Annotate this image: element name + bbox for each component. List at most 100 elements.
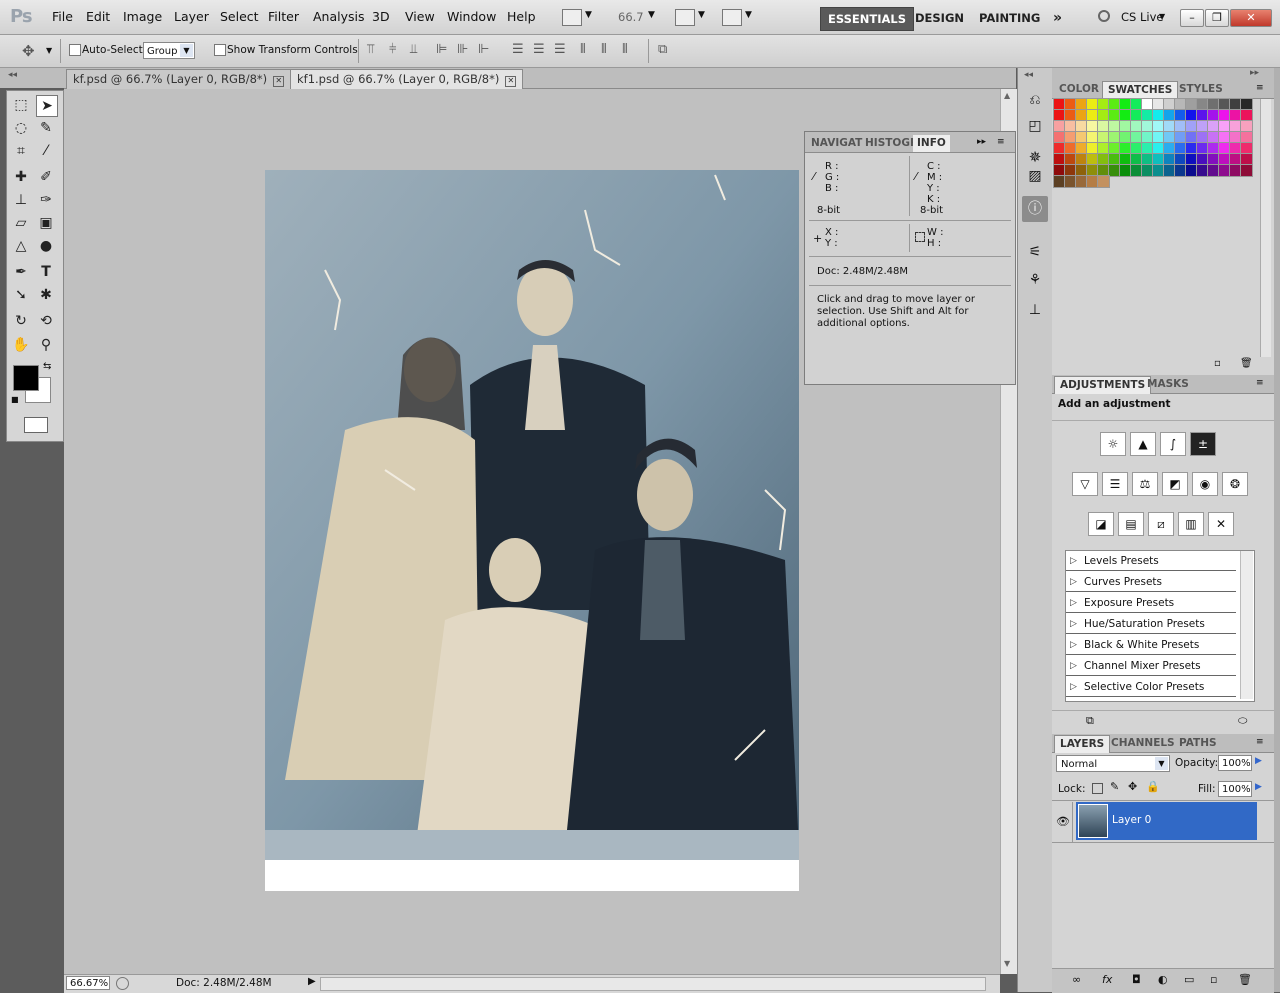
color-swatch[interactable]: [1229, 120, 1242, 133]
type-tool-icon[interactable]: T: [36, 262, 56, 282]
color-swatch[interactable]: [1207, 120, 1220, 133]
layer-name[interactable]: Layer 0: [1112, 814, 1151, 826]
color-swatch[interactable]: [1196, 109, 1209, 122]
color-swatch[interactable]: [1097, 164, 1110, 177]
chevron-down-icon[interactable]: ▼: [585, 10, 592, 20]
color-swatch[interactable]: [1053, 153, 1066, 166]
color-swatch[interactable]: [1064, 153, 1077, 166]
menu-filter[interactable]: Filter: [268, 9, 299, 24]
color-swatch[interactable]: [1163, 131, 1176, 144]
color-swatch[interactable]: [1086, 164, 1099, 177]
distribute-hcenter-icon[interactable]: ⦀: [601, 42, 607, 57]
color-swatch[interactable]: [1152, 131, 1165, 144]
color-swatch[interactable]: [1119, 98, 1132, 111]
tab-info[interactable]: INFO: [913, 135, 950, 152]
minimize-button[interactable]: –: [1180, 9, 1204, 27]
color-swatch[interactable]: [1174, 164, 1187, 177]
color-swatch[interactable]: [1086, 109, 1099, 122]
black-white-icon[interactable]: ◩: [1162, 472, 1188, 496]
color-swatch[interactable]: [1218, 131, 1231, 144]
color-swatch[interactable]: [1240, 142, 1253, 155]
color-swatch[interactable]: [1185, 109, 1198, 122]
color-swatch[interactable]: [1108, 131, 1121, 144]
color-swatch[interactable]: [1196, 164, 1209, 177]
color-swatch[interactable]: [1064, 164, 1077, 177]
menu-view[interactable]: View: [405, 9, 435, 24]
screen-mode-icon[interactable]: [722, 9, 742, 26]
posterize-icon[interactable]: ▤: [1118, 512, 1144, 536]
color-swatch[interactable]: [1163, 98, 1176, 111]
menu-edit[interactable]: Edit: [86, 9, 110, 24]
zoom-percentage-field[interactable]: 66.67%: [66, 976, 110, 990]
color-swatch[interactable]: [1075, 131, 1088, 144]
status-icon[interactable]: [116, 977, 129, 990]
color-swatch[interactable]: [1075, 142, 1088, 155]
color-swatch[interactable]: [1130, 153, 1143, 166]
color-swatch[interactable]: [1218, 98, 1231, 111]
threshold-icon[interactable]: ⧄: [1148, 512, 1174, 536]
chevron-down-icon[interactable]: ▼: [745, 10, 752, 20]
color-swatch[interactable]: [1097, 109, 1110, 122]
list-item[interactable]: ▷ Channel Mixer Presets: [1066, 656, 1236, 676]
gradient-tool-icon[interactable]: ▣: [36, 213, 56, 233]
color-swatch[interactable]: [1185, 142, 1198, 155]
distribute-right-icon[interactable]: ⦀: [622, 42, 628, 57]
align-bottom-icon[interactable]: ⫫: [410, 42, 417, 57]
vibrance-icon[interactable]: ▽: [1072, 472, 1098, 496]
selective-color-icon[interactable]: ✕: [1208, 512, 1234, 536]
color-swatch[interactable]: [1130, 98, 1143, 111]
color-swatch[interactable]: [1163, 164, 1176, 177]
color-swatch[interactable]: [1130, 120, 1143, 133]
color-swatch[interactable]: [1218, 153, 1231, 166]
levels-icon[interactable]: ▲: [1130, 432, 1156, 456]
color-swatch[interactable]: [1141, 120, 1154, 133]
color-swatch[interactable]: [1163, 120, 1176, 133]
color-swatch[interactable]: [1207, 142, 1220, 155]
menu-analysis[interactable]: Analysis: [313, 9, 365, 24]
curves-icon[interactable]: ∫: [1160, 432, 1186, 456]
align-right-icon[interactable]: ⊩: [478, 42, 489, 57]
color-swatch[interactable]: [1130, 142, 1143, 155]
close-icon[interactable]: ✕: [273, 76, 285, 87]
color-swatch[interactable]: [1053, 142, 1066, 155]
blend-mode-select[interactable]: Normal ▼: [1056, 755, 1170, 772]
color-swatch[interactable]: [1196, 153, 1209, 166]
color-swatch[interactable]: [1108, 98, 1121, 111]
color-swatch[interactable]: [1053, 109, 1066, 122]
workspace-design-button[interactable]: DESIGN: [908, 7, 971, 29]
arrange-documents-icon[interactable]: [675, 9, 695, 26]
trash-icon[interactable]: 🗑: [1238, 973, 1252, 986]
dock-scrollbar[interactable]: [1274, 68, 1280, 992]
layer-row[interactable]: Layer 0: [1076, 802, 1257, 840]
blur-tool-icon[interactable]: △: [11, 236, 31, 256]
close-icon[interactable]: ✕: [505, 76, 517, 87]
color-swatch[interactable]: [1097, 142, 1110, 155]
restore-button[interactable]: ❐: [1205, 9, 1229, 27]
swatches-scrollbar[interactable]: [1260, 99, 1271, 357]
tool-presets-panel-icon[interactable]: ⊥: [1024, 302, 1046, 324]
color-swatch[interactable]: [1174, 131, 1187, 144]
panel-mode-icon[interactable]: ⧉: [1086, 714, 1094, 728]
photo-filter-icon[interactable]: ◉: [1192, 472, 1218, 496]
zoom-tool-icon[interactable]: ⚲: [36, 335, 56, 355]
color-swatch[interactable]: [1141, 153, 1154, 166]
color-swatch[interactable]: [1075, 153, 1088, 166]
brightness-contrast-icon[interactable]: ☼: [1100, 432, 1126, 456]
menu-image[interactable]: Image: [123, 9, 162, 24]
dodge-tool-icon[interactable]: ●: [36, 236, 56, 256]
canvas-horizontal-scrollbar[interactable]: [320, 977, 986, 991]
color-swatch[interactable]: [1207, 98, 1220, 111]
color-swatch[interactable]: [1196, 131, 1209, 144]
chevron-down-icon[interactable]: ▼: [1159, 12, 1165, 21]
clone-source-panel-icon[interactable]: ⚘: [1024, 272, 1046, 294]
scroll-down-icon[interactable]: ▼: [1004, 959, 1010, 968]
color-swatch[interactable]: [1075, 98, 1088, 111]
align-vcenter-icon[interactable]: ⫩: [389, 42, 396, 57]
status-menu-arrow-icon[interactable]: ▶: [308, 976, 316, 987]
color-swatch[interactable]: [1152, 109, 1165, 122]
brushes-panel-icon[interactable]: ⚟: [1024, 244, 1046, 266]
color-swatch[interactable]: [1207, 164, 1220, 177]
gradient-map-icon[interactable]: ▥: [1178, 512, 1204, 536]
tab-paths[interactable]: PATHS: [1174, 735, 1222, 752]
color-swatch[interactable]: [1097, 98, 1110, 111]
